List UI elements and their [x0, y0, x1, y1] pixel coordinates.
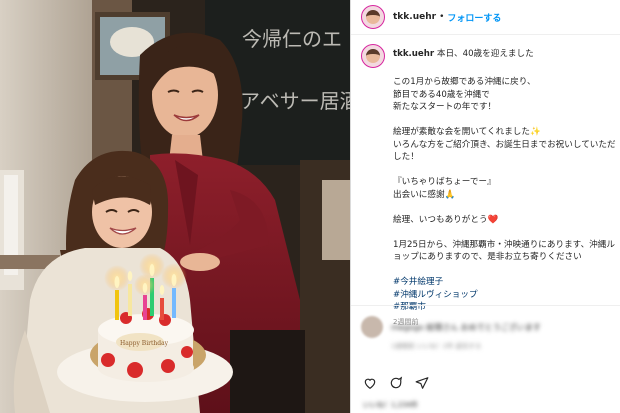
chalkboard-text-1: 今帰仁のエ: [242, 27, 342, 51]
caption-line: この1月から故郷である沖縄に戻り、: [393, 77, 536, 87]
hashtag-link[interactable]: #那覇市: [393, 301, 620, 314]
heart-icon[interactable]: [363, 376, 377, 390]
likes-count[interactable]: いいね！1,234件: [363, 400, 418, 410]
caption: tkk.uehr 本日、40歳を迎えました この1月から故郷である沖縄に戻り、 …: [361, 44, 620, 328]
caption-body: この1月から故郷である沖縄に戻り、 節目である40歳を沖縄で 新たなスタートの年…: [393, 76, 620, 328]
comment-meta: 1週間前 いいね！2件 返信する: [391, 342, 482, 350]
caption-first-text: 本日、40歳を迎えました: [436, 49, 534, 59]
avatar[interactable]: [361, 5, 385, 29]
action-bar: [363, 376, 429, 390]
caption-line: 節目である40歳を沖縄で: [393, 89, 490, 100]
comment-text: megogo 絵理さん おめでとうございます: [391, 322, 541, 332]
caption-line: 1月25日から、沖縄那覇市・沖映通りにあります、沖縄ル: [393, 239, 615, 250]
separator-dot: •: [439, 12, 445, 22]
caption-line: 出会いに感謝🙏: [393, 189, 456, 200]
caption-line: 新たなスタートの年です！: [393, 102, 497, 112]
caption-line: 絵理、いつもありがとう❤️: [393, 214, 499, 225]
comment-row: megogo 絵理さん おめでとうございます: [361, 316, 541, 338]
caption-line: ョップにありますので、是非お立ち寄りください: [393, 252, 582, 262]
post-photo[interactable]: 今帰仁のエ アベサー居酒 Happy Birthday: [0, 0, 350, 413]
follow-button[interactable]: フォローする: [447, 11, 501, 24]
hashtag-link[interactable]: #沖縄ルヴィショップ: [393, 289, 620, 302]
caption-line: 『いちゃりばちょーでー』: [393, 177, 496, 187]
caption-line: 絵理が素敵な会を開いてくれました✨: [393, 127, 541, 137]
caption-username[interactable]: tkk.uehr: [393, 49, 434, 59]
hashtag-link[interactable]: #今井絵理子: [393, 276, 620, 289]
divider: [351, 305, 620, 306]
username[interactable]: tkk.uehr: [393, 12, 436, 22]
post-side-panel: tkk.uehr • フォローする tkk.uehr 本日、40歳を迎えました …: [350, 0, 620, 413]
caption-line: いろんな方をご紹介頂き、お誕生日までお祝いしていただ: [393, 139, 616, 150]
cake-plaque-text: Happy Birthday: [120, 340, 169, 347]
comment-icon[interactable]: [389, 376, 403, 390]
caption-line: した！: [393, 152, 419, 162]
chalkboard-text-2: アベサー居酒: [240, 89, 350, 113]
post-header: tkk.uehr • フォローする: [351, 0, 620, 35]
caption-first-line: tkk.uehr 本日、40歳を迎えました: [393, 48, 534, 60]
share-icon[interactable]: [415, 376, 429, 390]
commenter-avatar[interactable]: [361, 316, 383, 338]
caption-avatar[interactable]: [361, 44, 385, 68]
